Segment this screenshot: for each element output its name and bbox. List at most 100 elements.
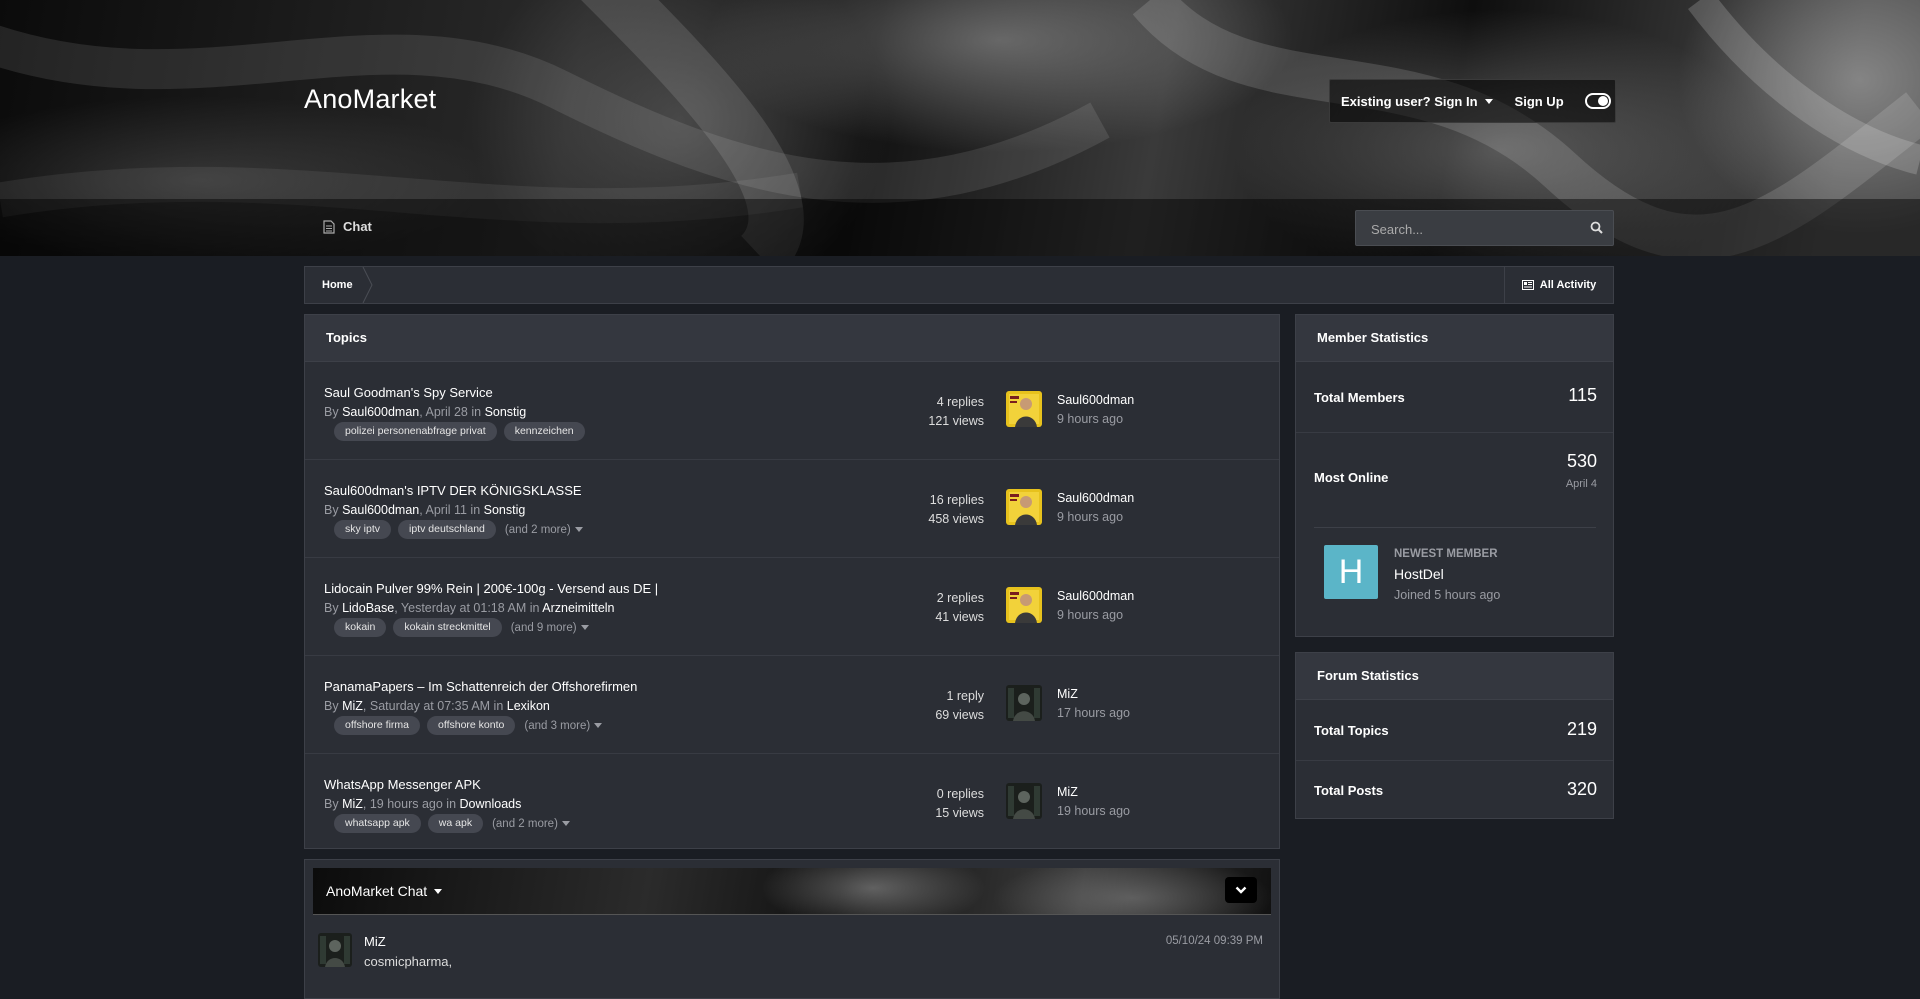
tag[interactable]: offshore konto [427, 716, 516, 735]
topic-forum-link[interactable]: Arzneimitteln [542, 601, 614, 615]
last-poster-name[interactable]: Saul600dman [1057, 393, 1134, 407]
topic-tags: polizei personenabfrage privat kennzeiche… [334, 422, 592, 441]
topics-panel: Topics Saul Goodman's Spy Service By Sau… [304, 314, 1280, 849]
tag[interactable]: kokain [334, 618, 387, 637]
topic-tags: kokain kokain streckmittel (and 9 more) [334, 618, 589, 637]
last-poster-name[interactable]: MiZ [1057, 785, 1078, 799]
topic-author-link[interactable]: MiZ [342, 699, 363, 713]
more-tags-toggle[interactable]: (and 9 more) [511, 622, 589, 634]
breadcrumb-separator-icon [362, 267, 373, 303]
stat-label: Total Posts [1314, 783, 1384, 798]
search-box [1355, 210, 1614, 247]
last-poster-avatar[interactable] [1006, 391, 1042, 427]
chat-title: AnoMarket Chat [326, 883, 428, 899]
chat-username[interactable]: MiZ [364, 934, 386, 949]
topic-forum-link[interactable]: Lexikon [507, 699, 550, 713]
theme-toggle[interactable] [1584, 93, 1611, 109]
last-post-time: 9 hours ago [1057, 510, 1124, 524]
last-poster-name[interactable]: Saul600dman [1057, 491, 1134, 505]
tag[interactable]: offshore firma [334, 716, 420, 735]
breadcrumb-home[interactable]: Home [305, 267, 371, 303]
topic-title-link[interactable]: WhatsApp Messenger APK [324, 777, 481, 792]
topic-title-link[interactable]: Lidocain Pulver 99% Rein | 200€-100g - V… [324, 581, 658, 596]
topic-by-label: By [324, 699, 339, 713]
topic-author-link[interactable]: Saul600dman [342, 503, 419, 517]
last-poster-avatar[interactable] [1006, 489, 1042, 525]
member-statistics-panel: Member Statistics Total Members 115 Most… [1295, 314, 1614, 637]
last-poster-name[interactable]: MiZ [1057, 687, 1078, 701]
last-poster-avatar[interactable] [1006, 587, 1042, 623]
last-post-time: 17 hours ago [1057, 706, 1130, 720]
last-poster-name[interactable]: Saul600dman [1057, 589, 1134, 603]
tag[interactable]: polizei personenabfrage privat [334, 422, 497, 441]
topic-replies: 4 replies [936, 395, 984, 409]
stat-label: Most Online [1314, 470, 1389, 485]
more-tags-toggle[interactable]: (and 3 more) [524, 719, 603, 732]
topic-forum-link[interactable]: Sonstig [485, 405, 527, 419]
all-activity-link[interactable]: All Activity [1504, 267, 1613, 303]
last-post-time: 19 hours ago [1057, 804, 1130, 818]
more-tags-label: (and 3 more) [524, 719, 591, 732]
topic-forum-link[interactable]: Downloads [460, 797, 522, 811]
newest-member: H Newest Member HostDel Joined 5 hours a… [1314, 527, 1596, 624]
tag[interactable]: whatsapp apk [334, 814, 421, 833]
nav-item-chat[interactable]: Chat [323, 219, 372, 234]
tag[interactable]: kokain streckmittel [393, 618, 502, 637]
stat-date: April 4 [1565, 478, 1597, 490]
search-input[interactable] [1356, 211, 1593, 247]
chat-message: MiZ cosmicpharma, 05/10/24 09:39 PM [305, 928, 1279, 988]
topic-tags: sky iptv iptv deutschland (and 2 more) [334, 520, 583, 539]
stat-label: Total Members [1314, 390, 1405, 405]
last-poster-avatar[interactable] [1006, 685, 1042, 721]
stat-most-online: Most Online 530 April 4 [1296, 433, 1613, 525]
topic-title-link[interactable]: Saul600dman's IPTV DER KÖNIGSKLASSE [324, 483, 582, 498]
tag[interactable]: wa apk [427, 814, 484, 833]
topic-row: Saul Goodman's Spy Service By Saul600dma… [305, 362, 1279, 460]
chevron-down-icon [1235, 886, 1247, 894]
topic-date: , April 11 in [419, 503, 481, 517]
topic-author-link[interactable]: LidoBase [342, 601, 394, 615]
topic-views: 458 views [928, 512, 984, 526]
topic-by-label: By [324, 797, 339, 811]
chat-title-dropdown[interactable]: AnoMarket Chat [326, 883, 443, 899]
topic-title-link[interactable]: Saul Goodman's Spy Service [324, 385, 493, 400]
newest-member-joined: Joined 5 hours ago [1394, 588, 1501, 602]
tag[interactable]: iptv deutschland [398, 520, 496, 539]
more-tags-label: (and 2 more) [504, 523, 571, 536]
caret-down-icon [580, 625, 589, 630]
topic-meta: By Saul600dman, April 28 in Sonstig [324, 405, 526, 419]
document-icon [323, 219, 335, 234]
site-header: AnoMarket Existing user? Sign In Sign Up… [0, 0, 1920, 256]
user-menu: Existing user? Sign In Sign Up [1329, 79, 1616, 123]
forum-statistics-title: Forum Statistics [1296, 653, 1613, 700]
tag[interactable]: sky iptv [334, 520, 392, 539]
topic-author-link[interactable]: Saul600dman [342, 405, 419, 419]
stat-label: Total Topics [1314, 723, 1389, 738]
topic-author-link[interactable]: MiZ [342, 797, 363, 811]
newest-member-avatar[interactable]: H [1324, 545, 1378, 599]
tag[interactable]: kennzeichen [503, 422, 585, 441]
topic-row: Saul600dman's IPTV DER KÖNIGSKLASSE By S… [305, 460, 1279, 558]
topic-views: 121 views [928, 414, 984, 428]
topic-stats: 4 replies 121 views [928, 393, 984, 431]
newest-member-name[interactable]: HostDel [1394, 566, 1444, 582]
topic-stats: 2 replies 41 views [935, 589, 984, 627]
topic-title-link[interactable]: PanamaPapers – Im Schattenreich der Offs… [324, 679, 637, 694]
site-logo[interactable]: AnoMarket [304, 84, 436, 115]
topic-views: 69 views [935, 708, 984, 722]
topic-date: , Saturday at 07:35 AM in [362, 699, 504, 713]
miz-avatar-image [318, 933, 352, 967]
topic-stats: 16 replies 458 views [928, 491, 984, 529]
more-tags-toggle[interactable]: (and 2 more) [505, 524, 583, 536]
more-tags-toggle[interactable]: (and 2 more) [492, 818, 570, 830]
sign-in-button[interactable]: Existing user? Sign In [1341, 94, 1493, 109]
newspaper-icon [1521, 280, 1534, 290]
search-icon[interactable] [1590, 221, 1603, 234]
topic-forum-link[interactable]: Sonstig [484, 503, 526, 517]
sign-up-button[interactable]: Sign Up [1515, 94, 1564, 109]
topic-row: WhatsApp Messenger APK By MiZ, 19 hours … [305, 754, 1279, 851]
chat-collapse-button[interactable] [1225, 877, 1257, 903]
last-poster-avatar[interactable] [1006, 783, 1042, 819]
chat-user-avatar[interactable] [318, 933, 352, 967]
chat-panel: AnoMarket Chat MiZ cosmicpharma, 05/10/2… [304, 859, 1280, 999]
